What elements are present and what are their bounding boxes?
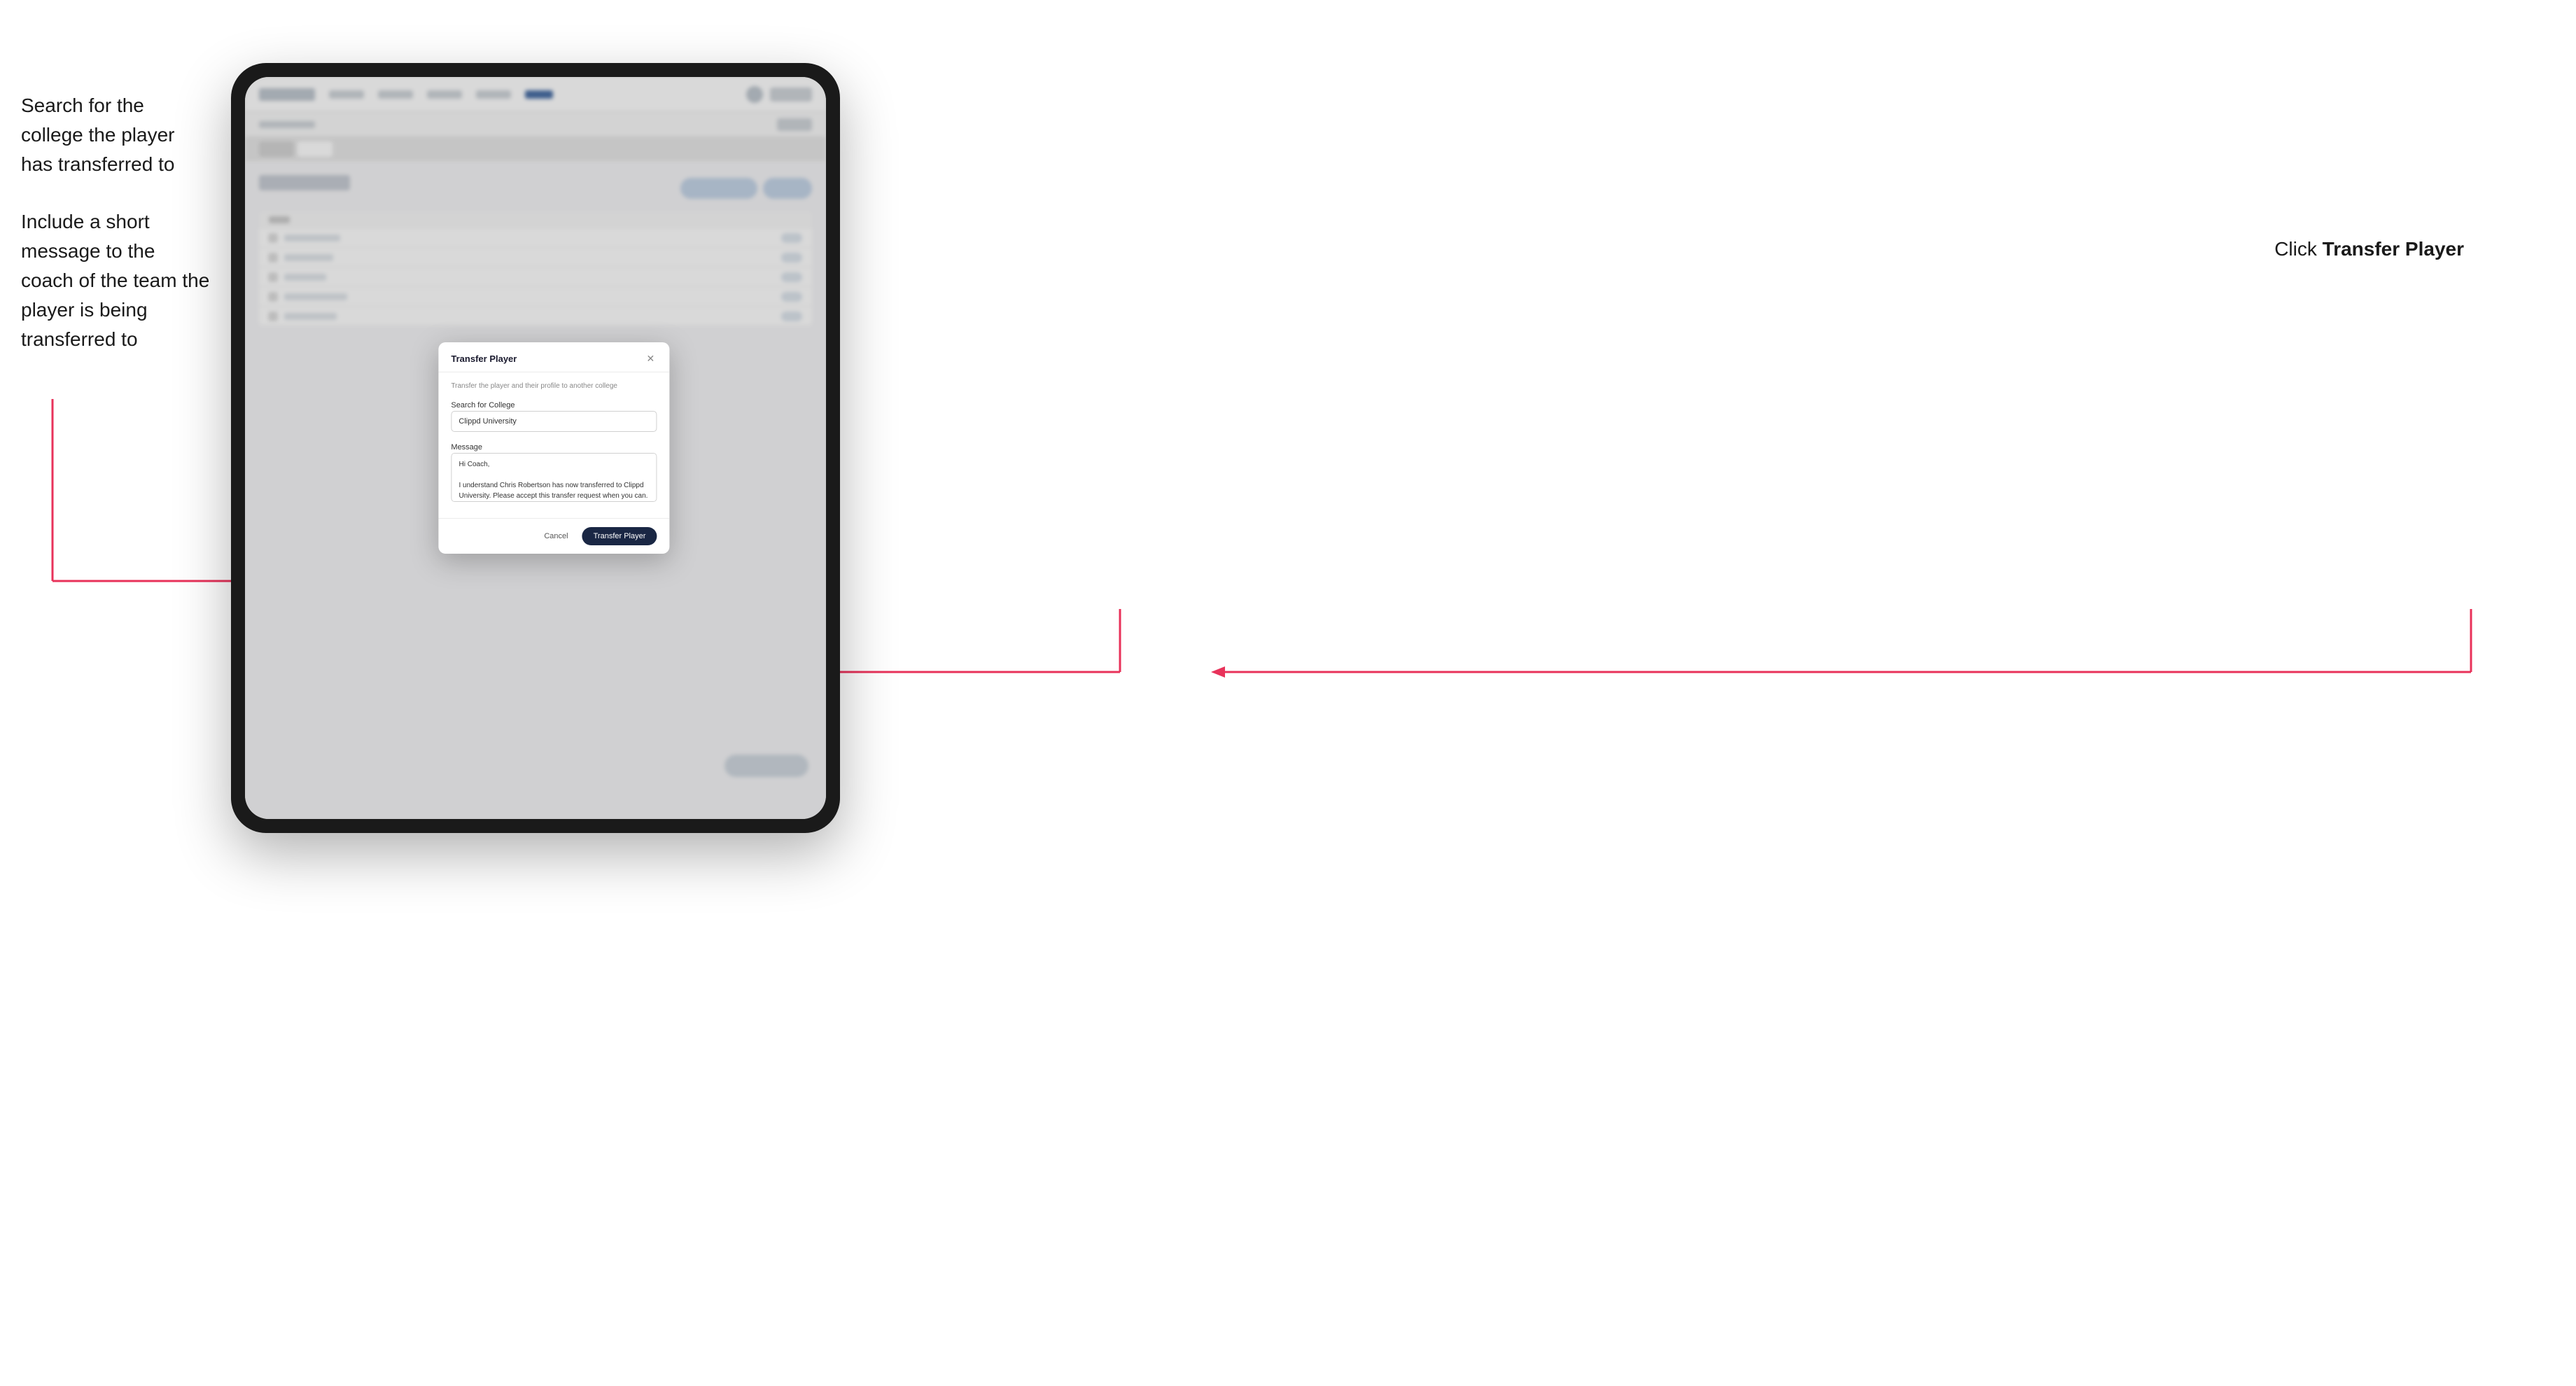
annotation-left: Search for the college the player has tr… [21, 91, 210, 382]
transfer-player-modal: Transfer Player ✕ Transfer the player an… [438, 342, 669, 554]
annotation-search-text: Search for the college the player has tr… [21, 91, 210, 179]
transfer-player-button[interactable]: Transfer Player [582, 527, 657, 545]
modal-body: Transfer the player and their profile to… [438, 372, 669, 518]
annotation-click-text: Click [2274, 238, 2317, 260]
cancel-button[interactable]: Cancel [537, 528, 575, 545]
search-college-input[interactable] [451, 411, 657, 432]
search-college-label: Search for College [451, 401, 514, 410]
annotation-transfer-bold: Transfer Player [2323, 238, 2464, 260]
modal-subtitle: Transfer the player and their profile to… [451, 382, 657, 390]
message-label: Message [451, 443, 482, 451]
tablet-screen: Transfer Player ✕ Transfer the player an… [245, 77, 826, 819]
modal-title: Transfer Player [451, 354, 517, 364]
annotation-right: Click Transfer Player [2274, 238, 2464, 260]
modal-header: Transfer Player ✕ [438, 342, 669, 372]
tablet-frame: Transfer Player ✕ Transfer the player an… [231, 63, 840, 833]
message-textarea[interactable]: Hi Coach, I understand Chris Robertson h… [451, 453, 657, 502]
modal-footer: Cancel Transfer Player [438, 518, 669, 554]
annotation-message-text: Include a short message to the coach of … [21, 207, 210, 354]
modal-close-button[interactable]: ✕ [644, 352, 657, 365]
